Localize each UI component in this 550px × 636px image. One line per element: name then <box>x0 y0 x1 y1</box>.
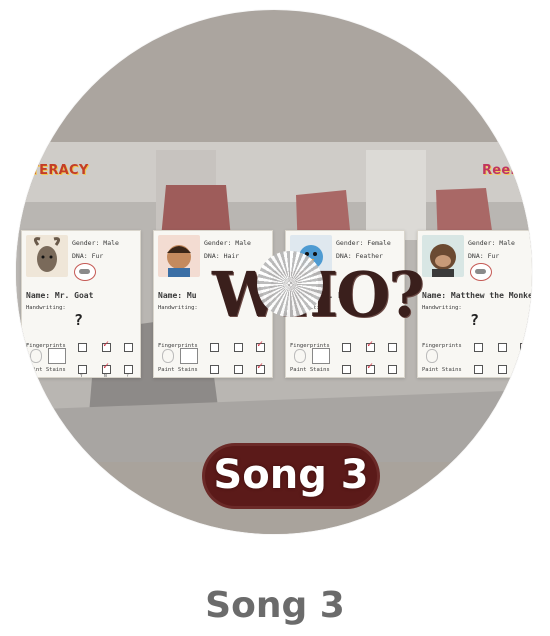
fingerprint-icon <box>162 349 174 363</box>
checkbox-q <box>520 339 529 352</box>
boy-portrait <box>158 235 200 277</box>
monkey-portrait <box>422 235 464 277</box>
checkbox-q <box>256 339 265 352</box>
song-badge-label: Song 3 <box>213 452 369 498</box>
checkbox-y <box>474 343 483 352</box>
checkbox-q <box>124 343 133 352</box>
question-mark: ? <box>470 311 480 329</box>
checkbox-label: Y <box>80 374 83 379</box>
gender-text: Gender: Male <box>204 239 251 247</box>
song-3-thumbnail-button[interactable]: TERACY Reen Gender: Male DNA: Fur Name: … <box>16 10 532 534</box>
checkbox-y <box>474 365 483 374</box>
paint-stains-label: Paint Stains <box>26 367 66 373</box>
paint-stains-label: Paint Stains <box>290 367 330 373</box>
footprint-icon <box>48 348 66 364</box>
song-badge: Song 3 <box>205 446 377 506</box>
paint-stains-label: Paint Stains <box>158 367 198 373</box>
checkbox-n <box>366 339 375 352</box>
suspect-name: Name: Mr. Goat <box>26 291 94 300</box>
checkbox-q <box>388 343 397 352</box>
fingerprint-icon <box>30 349 42 363</box>
paint-stains-label: Paint Stains <box>422 367 462 373</box>
checkbox-q <box>256 361 265 374</box>
suspect-name: Name: Mu <box>158 291 197 300</box>
brand-logo-right: Reen <box>482 163 521 178</box>
brand-logo-left: TERACY <box>30 163 89 178</box>
handwriting-label: Handwriting: <box>422 305 462 311</box>
checkbox-y <box>78 343 87 352</box>
suspect-card-mr-goat: Gender: Male DNA: Fur Name: Mr. Goat Han… <box>21 230 141 379</box>
checkbox-q <box>124 365 133 374</box>
checkbox-label: ? <box>126 374 129 379</box>
fingerprints-label: Fingerprints <box>422 343 462 349</box>
dna-text: DNA: Fur <box>468 252 500 260</box>
dna-sample-icon <box>74 263 96 281</box>
handwriting-label: Handwriting: <box>158 305 198 311</box>
checkbox-y <box>342 365 351 374</box>
checkbox-n <box>234 365 243 374</box>
checkbox-n <box>102 361 111 374</box>
dna-text: DNA: Fur <box>72 252 104 260</box>
suspect-card-matthew-the-monkey: Gender: Male DNA: Fur Name: Matthew the … <box>417 230 532 378</box>
fingerprint-icon <box>426 349 438 363</box>
question-mark: ? <box>74 311 84 329</box>
song-caption[interactable]: Song 3 <box>0 585 550 626</box>
checkbox-n <box>366 361 375 374</box>
paint-stain-box <box>180 348 198 364</box>
checkbox-y <box>78 365 87 374</box>
goat-portrait <box>26 235 68 277</box>
checkbox-y <box>210 343 219 352</box>
checkbox-y <box>210 365 219 374</box>
checkbox-y <box>342 343 351 352</box>
checkbox-label: N <box>104 374 107 379</box>
gender-text: Gender: Female <box>336 239 391 247</box>
loading-spinner-icon <box>257 251 323 317</box>
suspect-name: Name: Matthew the Monkey <box>422 291 532 300</box>
gender-text: Gender: Male <box>72 239 119 247</box>
checkbox-n <box>498 343 507 352</box>
dna-sample-icon <box>470 263 492 281</box>
footprint-icon <box>312 348 330 364</box>
fingerprint-icon <box>294 349 306 363</box>
checkbox-q <box>388 365 397 374</box>
handwriting-label: Handwriting: <box>26 305 66 311</box>
checkbox-n <box>234 343 243 352</box>
checkbox-q <box>520 361 529 374</box>
checkbox-n <box>498 365 507 374</box>
gender-text: Gender: Male <box>468 239 515 247</box>
checkbox-n <box>102 339 111 352</box>
